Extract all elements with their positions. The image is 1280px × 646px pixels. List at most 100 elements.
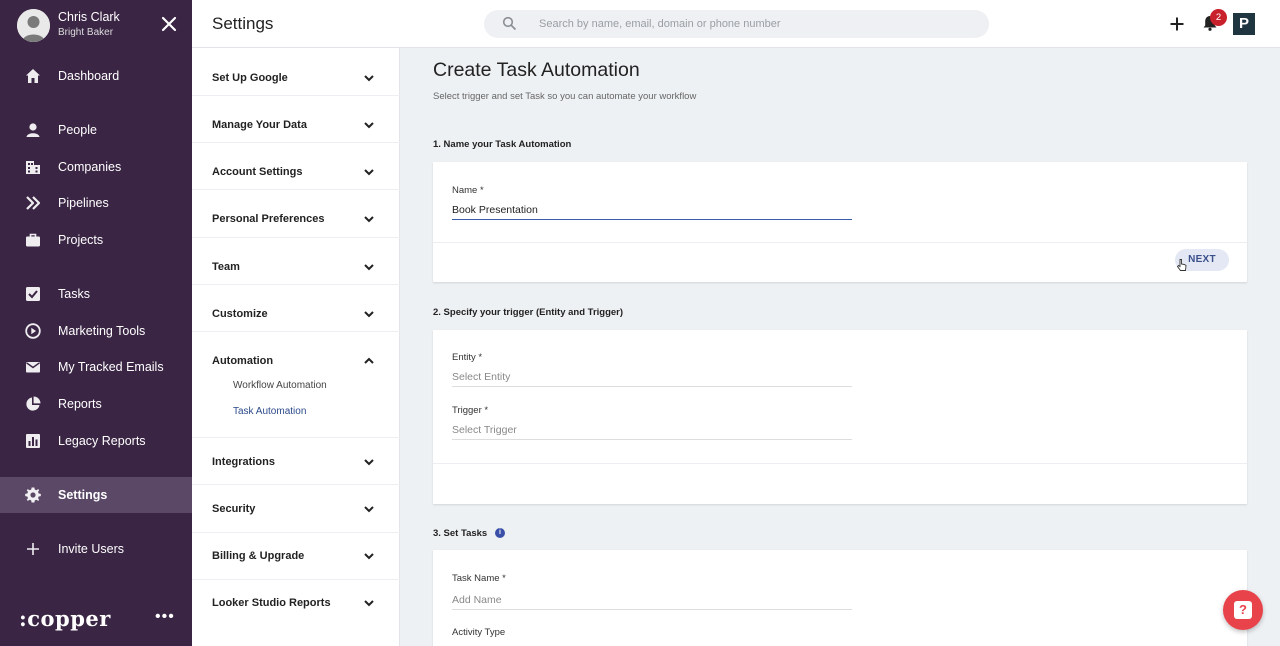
entity-label: Entity * xyxy=(452,352,483,363)
nav-item-marketing-tools[interactable]: Marketing Tools xyxy=(0,313,192,349)
envelope-icon xyxy=(26,362,40,373)
top-bar: Settings 2 P xyxy=(192,0,1280,48)
settings-item-set-up-google[interactable]: Set Up Google xyxy=(192,48,400,96)
product-logo[interactable]: P xyxy=(1233,13,1255,35)
notification-badge: 2 xyxy=(1210,9,1227,26)
nav-item-label: Tasks xyxy=(58,287,90,301)
nav-item-companies[interactable]: Companies xyxy=(0,149,192,185)
entity-select[interactable] xyxy=(452,367,852,387)
info-icon[interactable]: i xyxy=(495,528,505,538)
nav-item-label: Marketing Tools xyxy=(58,324,146,338)
settings-item-account-settings[interactable]: Account Settings xyxy=(192,143,400,190)
bar-chart-icon xyxy=(26,434,40,448)
settings-item-label: Automation xyxy=(212,355,274,367)
nav-item-label: People xyxy=(58,123,97,137)
settings-submenu: Set Up Google Manage Your Data Account S… xyxy=(192,48,400,646)
settings-item-label: Account Settings xyxy=(212,166,303,178)
settings-item-label: Customize xyxy=(212,308,268,320)
search-input[interactable] xyxy=(539,10,979,38)
user-org: Bright Baker xyxy=(58,27,114,38)
activity-type-label: Activity Type xyxy=(452,627,506,638)
nav-item-reports[interactable]: Reports xyxy=(0,386,192,422)
nav-item-my-tracked-emails[interactable]: My Tracked Emails xyxy=(0,349,192,385)
nav-item-label: Projects xyxy=(58,233,104,247)
step1-title: 1. Name your Task Automation xyxy=(433,139,572,150)
global-search[interactable] xyxy=(484,10,989,38)
nav-item-projects[interactable]: Projects xyxy=(0,222,192,258)
avatar[interactable] xyxy=(17,9,50,42)
settings-item-manage-your-data[interactable]: Manage Your Data xyxy=(192,96,400,143)
settings-item-label: Billing & Upgrade xyxy=(212,550,305,562)
settings-item-label: Integrations xyxy=(212,456,275,468)
avatar-person-icon xyxy=(17,9,50,42)
settings-subitem-task-automation[interactable]: Task Automation xyxy=(233,406,306,417)
form-title: Create Task Automation xyxy=(433,59,640,81)
settings-item-customize[interactable]: Customize xyxy=(192,285,400,332)
copper-logo: :copper xyxy=(19,606,111,631)
chevron-down-icon xyxy=(364,264,374,271)
chevron-down-icon xyxy=(364,553,374,560)
nav-item-tasks[interactable]: Tasks xyxy=(0,276,192,312)
settings-item-team[interactable]: Team xyxy=(192,238,400,285)
nav-item-people[interactable]: People xyxy=(0,112,192,148)
chevron-up-icon xyxy=(364,357,374,364)
gear-icon xyxy=(25,487,41,503)
nav-item-label: My Tracked Emails xyxy=(58,360,164,374)
settings-subitem-workflow-automation[interactable]: Workflow Automation xyxy=(233,380,327,391)
settings-item-label: Team xyxy=(212,261,240,273)
pie-chart-icon xyxy=(26,396,41,411)
task-name-input[interactable] xyxy=(452,590,852,610)
settings-item-label: Security xyxy=(212,503,256,515)
settings-item-integrations[interactable]: Integrations xyxy=(192,438,400,485)
close-icon xyxy=(161,16,177,32)
add-button[interactable] xyxy=(1167,14,1187,34)
nav-item-settings[interactable]: Settings xyxy=(0,477,192,513)
chevron-down-icon xyxy=(364,122,374,129)
play-circle-icon xyxy=(25,323,41,339)
main-content: Create Task Automation Select trigger an… xyxy=(401,48,1280,646)
form-subtitle: Select trigger and set Task so you can a… xyxy=(433,91,697,102)
name-label: Name * xyxy=(452,185,484,196)
step3-title: 3. Set Tasks xyxy=(433,528,488,539)
name-input[interactable] xyxy=(452,200,852,220)
nav-item-invite-users[interactable]: Invite Users xyxy=(0,531,192,567)
settings-item-automation[interactable]: Automation Workflow Automation Task Auto… xyxy=(192,332,400,438)
page-title: Settings xyxy=(212,14,274,33)
trigger-select[interactable] xyxy=(452,420,852,440)
hand-cursor-icon xyxy=(1176,259,1187,271)
settings-item-label: Looker Studio Reports xyxy=(212,597,331,609)
briefcase-icon xyxy=(26,233,40,247)
nav-item-label: Companies xyxy=(58,160,122,174)
double-chevron-icon xyxy=(26,196,41,210)
chevron-down-icon xyxy=(364,75,374,82)
nav-item-pipelines[interactable]: Pipelines xyxy=(0,185,192,221)
nav-header: Chris Clark Bright Baker xyxy=(0,0,192,50)
plus-icon xyxy=(1170,17,1184,31)
step2-card: Entity * Trigger * xyxy=(433,330,1247,504)
nav-item-dashboard[interactable]: Dashboard xyxy=(0,58,192,94)
card-divider xyxy=(433,242,1247,243)
step2-title: 2. Specify your trigger (Entity and Trig… xyxy=(433,307,624,318)
help-button[interactable]: ? xyxy=(1223,590,1263,630)
user-name: Chris Clark xyxy=(58,10,120,24)
settings-item-billing-upgrade[interactable]: Billing & Upgrade xyxy=(192,533,400,580)
chevron-down-icon xyxy=(364,459,374,466)
settings-item-personal-preferences[interactable]: Personal Preferences xyxy=(192,190,400,238)
chevron-down-icon xyxy=(364,506,374,513)
plus-icon xyxy=(27,543,39,555)
card-divider xyxy=(433,463,1247,464)
step1-card: Name * NEXT xyxy=(433,162,1247,282)
search-icon xyxy=(502,16,517,31)
close-nav-button[interactable] xyxy=(159,14,179,34)
task-name-label: Task Name * xyxy=(452,573,506,584)
settings-item-label: Manage Your Data xyxy=(212,119,307,131)
chevron-down-icon xyxy=(364,600,374,607)
chevron-down-icon xyxy=(364,311,374,318)
nav-item-legacy-reports[interactable]: Legacy Reports xyxy=(0,423,192,459)
settings-item-looker-studio-reports[interactable]: Looker Studio Reports xyxy=(192,580,400,628)
nav-item-label: Pipelines xyxy=(58,196,109,210)
nav-item-label: Reports xyxy=(58,397,102,411)
more-options-button[interactable]: ••• xyxy=(155,608,175,626)
settings-item-label: Set Up Google xyxy=(212,72,288,84)
settings-item-security[interactable]: Security xyxy=(192,485,400,533)
